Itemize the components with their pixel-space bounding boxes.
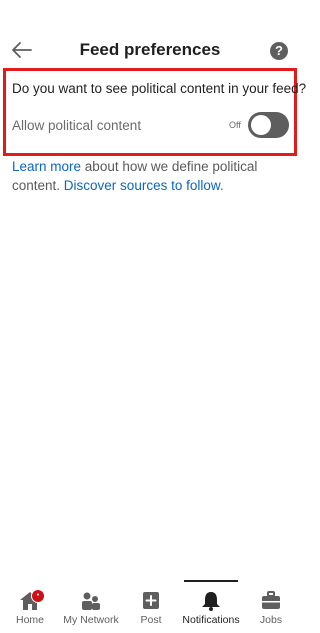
toggle-state-label: Off (229, 120, 241, 130)
tab-jobs-label: Jobs (259, 614, 283, 626)
bottom-tab-bar: • Home My Network Post Notifications Job… (0, 580, 300, 633)
plus-square-icon (143, 592, 159, 609)
tab-notifications[interactable]: Notifications (182, 580, 240, 633)
tab-home[interactable]: • Home (0, 585, 60, 633)
people-icon (82, 592, 100, 610)
tab-notifications-label: Notifications (182, 614, 240, 626)
info-text: Learn more about how we define political… (12, 157, 282, 195)
tab-post[interactable]: Post (122, 585, 180, 633)
help-button[interactable]: ? (270, 42, 288, 60)
active-tab-indicator (184, 580, 238, 582)
tab-post-label: Post (140, 614, 162, 626)
briefcase-icon (262, 591, 280, 609)
discover-sources-link[interactable]: Discover sources to follow. (64, 178, 224, 193)
political-question: Do you want to see political content in … (12, 81, 307, 96)
toggle-knob (251, 115, 271, 135)
allow-political-label: Allow political content (12, 118, 142, 133)
tab-my-network[interactable]: My Network (60, 585, 122, 633)
header: Feed preferences ? (0, 0, 300, 66)
tab-my-network-label: My Network (63, 614, 119, 626)
allow-political-toggle[interactable] (248, 112, 289, 138)
tab-jobs[interactable]: Jobs (242, 585, 300, 633)
page-title: Feed preferences (79, 40, 221, 59)
learn-more-link[interactable]: Learn more (12, 159, 81, 174)
question-circle-icon: ? (275, 43, 283, 58)
home-badge: • (31, 589, 45, 603)
bell-icon (202, 592, 220, 611)
tab-home-label: Home (15, 614, 44, 626)
